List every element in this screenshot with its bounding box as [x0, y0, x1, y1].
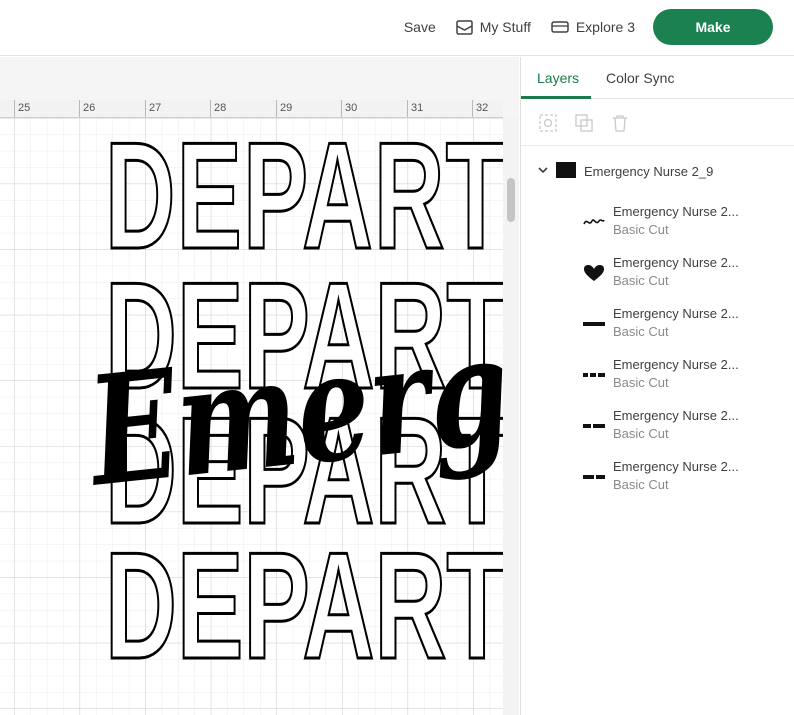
stripe-thumb-icon — [581, 365, 607, 385]
scrollbar-thumb[interactable] — [507, 178, 515, 222]
ruler-label: 27 — [149, 102, 162, 114]
layer-item[interactable]: Emergency Nurse 2... Basic Cut — [521, 404, 794, 450]
group-thumbnail — [556, 162, 576, 178]
delete-icon[interactable] — [609, 112, 631, 134]
layers-panel: Layers Color Sync Emergency Nurse 2_9 Em… — [520, 57, 794, 715]
stripe-thumb-icon — [581, 314, 607, 334]
make-button[interactable]: Make — [653, 9, 773, 45]
layer-operation: Basic Cut — [613, 273, 669, 288]
layer-name: Emergency Nurse 2... — [613, 357, 739, 372]
ruler-tick — [276, 100, 277, 117]
layer-group[interactable]: Emergency Nurse 2_9 — [521, 152, 794, 192]
script-thumb-icon — [581, 212, 607, 232]
my-stuff-button[interactable]: My Stuff — [456, 19, 531, 35]
ruler-tick — [79, 100, 80, 117]
layer-name: Emergency Nurse 2... — [613, 255, 739, 270]
layer-operation: Basic Cut — [613, 477, 669, 492]
machine-icon — [551, 21, 569, 33]
layer-item[interactable]: Emergency Nurse 2... Basic Cut — [521, 251, 794, 297]
ruler-tick — [14, 100, 15, 117]
ruler-tick — [210, 100, 211, 117]
top-actions: Save My Stuff Explore 3 Make — [404, 9, 773, 45]
panel-tabs: Layers Color Sync — [521, 57, 794, 99]
layer-item[interactable]: Emergency Nurse 2... Basic Cut — [521, 455, 794, 501]
layer-item[interactable]: Emergency Nurse 2... Basic Cut — [521, 200, 794, 246]
layer-item[interactable]: Emergency Nurse 2... Basic Cut — [521, 353, 794, 399]
canvas-svg: DEPARTI DEPARTI DEPARTI DEPARTI Emerg — [0, 118, 503, 715]
ruler-tick — [407, 100, 408, 117]
ruler-label: 30 — [345, 102, 358, 114]
ruler-tick — [145, 100, 146, 117]
group-icon[interactable] — [537, 112, 559, 134]
inbox-icon — [456, 19, 473, 35]
horizontal-ruler: 25 26 27 28 29 30 31 32 — [0, 100, 503, 118]
canvas-area: 25 26 27 28 29 30 31 32 DEPARTI DEPARTI … — [0, 57, 519, 715]
active-tab-indicator — [521, 96, 591, 99]
layer-item[interactable]: Emergency Nurse 2... Basic Cut — [521, 302, 794, 348]
stripe-thumb-icon — [581, 416, 607, 436]
layer-operation: Basic Cut — [613, 375, 669, 390]
ruler-label: 29 — [280, 102, 293, 114]
ruler-label: 31 — [411, 102, 424, 114]
layer-operation: Basic Cut — [613, 324, 669, 339]
save-label: Save — [403, 19, 436, 35]
stripe-thumb-icon — [581, 467, 607, 487]
group-name: Emergency Nurse 2_9 — [584, 164, 714, 179]
design-canvas[interactable]: DEPARTI DEPARTI DEPARTI DEPARTI Emerg — [0, 118, 503, 715]
ruler-label: 32 — [476, 102, 489, 114]
top-bar: Save My Stuff Explore 3 Make — [0, 0, 794, 56]
tab-color-sync[interactable]: Color Sync — [606, 70, 674, 86]
save-button[interactable]: Save — [404, 19, 436, 35]
layer-name: Emergency Nurse 2... — [613, 408, 739, 423]
my-stuff-label: My Stuff — [479, 19, 531, 35]
ruler-tick — [472, 100, 473, 117]
artwork-line-4: DEPARTI — [105, 521, 503, 691]
ruler-tick — [341, 100, 342, 117]
layer-operation: Basic Cut — [613, 222, 669, 237]
tab-layers[interactable]: Layers — [537, 70, 579, 86]
chevron-down-icon[interactable] — [536, 163, 550, 177]
ruler-label: 26 — [83, 102, 96, 114]
machine-label: Explore 3 — [575, 19, 635, 35]
vertical-scrollbar[interactable] — [503, 118, 519, 715]
machine-selector[interactable]: Explore 3 — [551, 19, 635, 35]
ruler-label: 28 — [214, 102, 227, 114]
layer-tools — [521, 100, 794, 146]
layer-operation: Basic Cut — [613, 426, 669, 441]
ruler-label: 25 — [18, 102, 31, 114]
heart-icon — [581, 263, 607, 283]
layer-name: Emergency Nurse 2... — [613, 204, 739, 219]
duplicate-icon[interactable] — [573, 112, 595, 134]
layer-name: Emergency Nurse 2... — [613, 459, 739, 474]
layer-name: Emergency Nurse 2... — [613, 306, 739, 321]
